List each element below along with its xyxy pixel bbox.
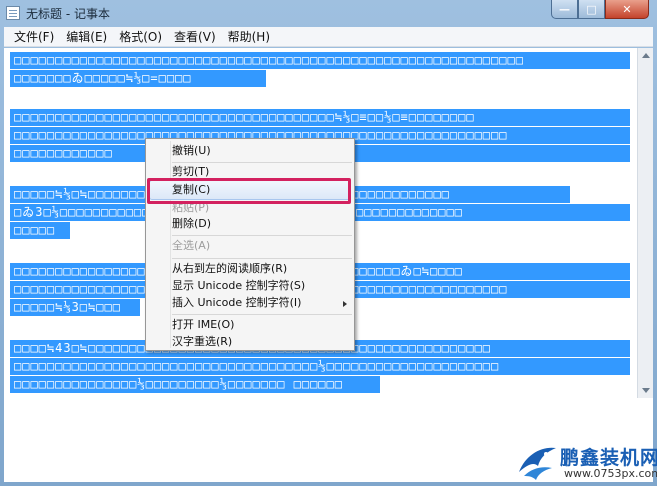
selected-text-line[interactable]: □□□□□□□ゐ□□□□□≒⅓□=□□□□ [10, 70, 266, 87]
ctx-select-all[interactable]: 全选(A) [172, 237, 210, 255]
menu-help[interactable]: 帮助(H) [222, 27, 276, 47]
context-menu-gutter [170, 141, 171, 348]
window-title: 无标题 - 记事本 [26, 6, 110, 21]
selected-text-line[interactable]: □□□□□ [10, 222, 70, 239]
ctx-delete[interactable]: 删除(D) [172, 215, 211, 233]
submenu-arrow-icon [343, 301, 347, 307]
selected-text-line[interactable]: □□□□□□□□□□□□□□□□□□□□□□□□□□□□□□□□□□□□□□□≒… [10, 109, 630, 126]
ctx-separator [172, 258, 352, 259]
menu-format[interactable]: 格式(O) [113, 27, 168, 47]
close-button[interactable]: ✕ [605, 0, 649, 19]
context-menu: 撤销(U) 剪切(T) 复制(C) 粘贴(P) 删除(D) 全选(A) 从右到左… [145, 138, 355, 351]
watermark: 鹏鑫装机网 www.0753px.com [516, 440, 657, 486]
watermark-logo-icon [519, 447, 556, 480]
selected-text-line[interactable]: □□□□□≒⅓3□≒□□□ [10, 299, 140, 316]
maximize-button[interactable]: □ [578, 0, 605, 19]
ctx-separator [172, 314, 352, 315]
ctx-separator [172, 235, 352, 236]
menu-file[interactable]: 文件(F) [8, 27, 60, 47]
menu-bar: 文件(F) 编辑(E) 格式(O) 查看(V) 帮助(H) [4, 27, 653, 47]
ctx-rtl-reading-order[interactable]: 从右到左的阅读顺序(R) [172, 260, 287, 278]
scroll-down-icon[interactable] [642, 388, 650, 393]
copy-highlight-annotation [147, 178, 351, 204]
ctx-hanzi-reconversion[interactable]: 汉字重选(R) [172, 333, 232, 351]
watermark-title: 鹏鑫装机网 [560, 447, 657, 469]
watermark-url: www.0753px.com [564, 467, 657, 480]
window-controls: — □ ✕ [551, 0, 649, 19]
scroll-up-icon[interactable] [642, 53, 650, 58]
ctx-undo[interactable]: 撤销(U) [172, 142, 211, 160]
menu-edit[interactable]: 编辑(E) [60, 27, 113, 47]
title-bar[interactable]: 无标题 - 记事本 — □ ✕ [0, 0, 657, 26]
menu-view[interactable]: 查看(V) [168, 27, 222, 47]
notepad-icon [6, 6, 20, 20]
ctx-open-ime[interactable]: 打开 IME(O) [172, 316, 234, 334]
minimize-button[interactable]: — [551, 0, 578, 19]
selected-text-line[interactable]: □□□□□□□□□□□□□□□□□□□□□□□□□□□□□□□□□□□□□⅓□□… [10, 358, 630, 375]
ctx-insert-unicode-control[interactable]: 插入 Unicode 控制字符(I) [172, 294, 301, 312]
vertical-scrollbar[interactable] [637, 48, 653, 398]
ctx-show-unicode-control[interactable]: 显示 Unicode 控制字符(S) [172, 277, 305, 295]
selected-text-line[interactable]: □□□□□□□□□□□□□□□⅓□□□□□□□□□⅓□□□□□□□ □□□□□□ [10, 376, 380, 393]
selected-text-line[interactable]: □□□□□□□□□□□□□□□□□□□□□□□□□□□□□□□□□□□□□□□□… [10, 52, 630, 69]
